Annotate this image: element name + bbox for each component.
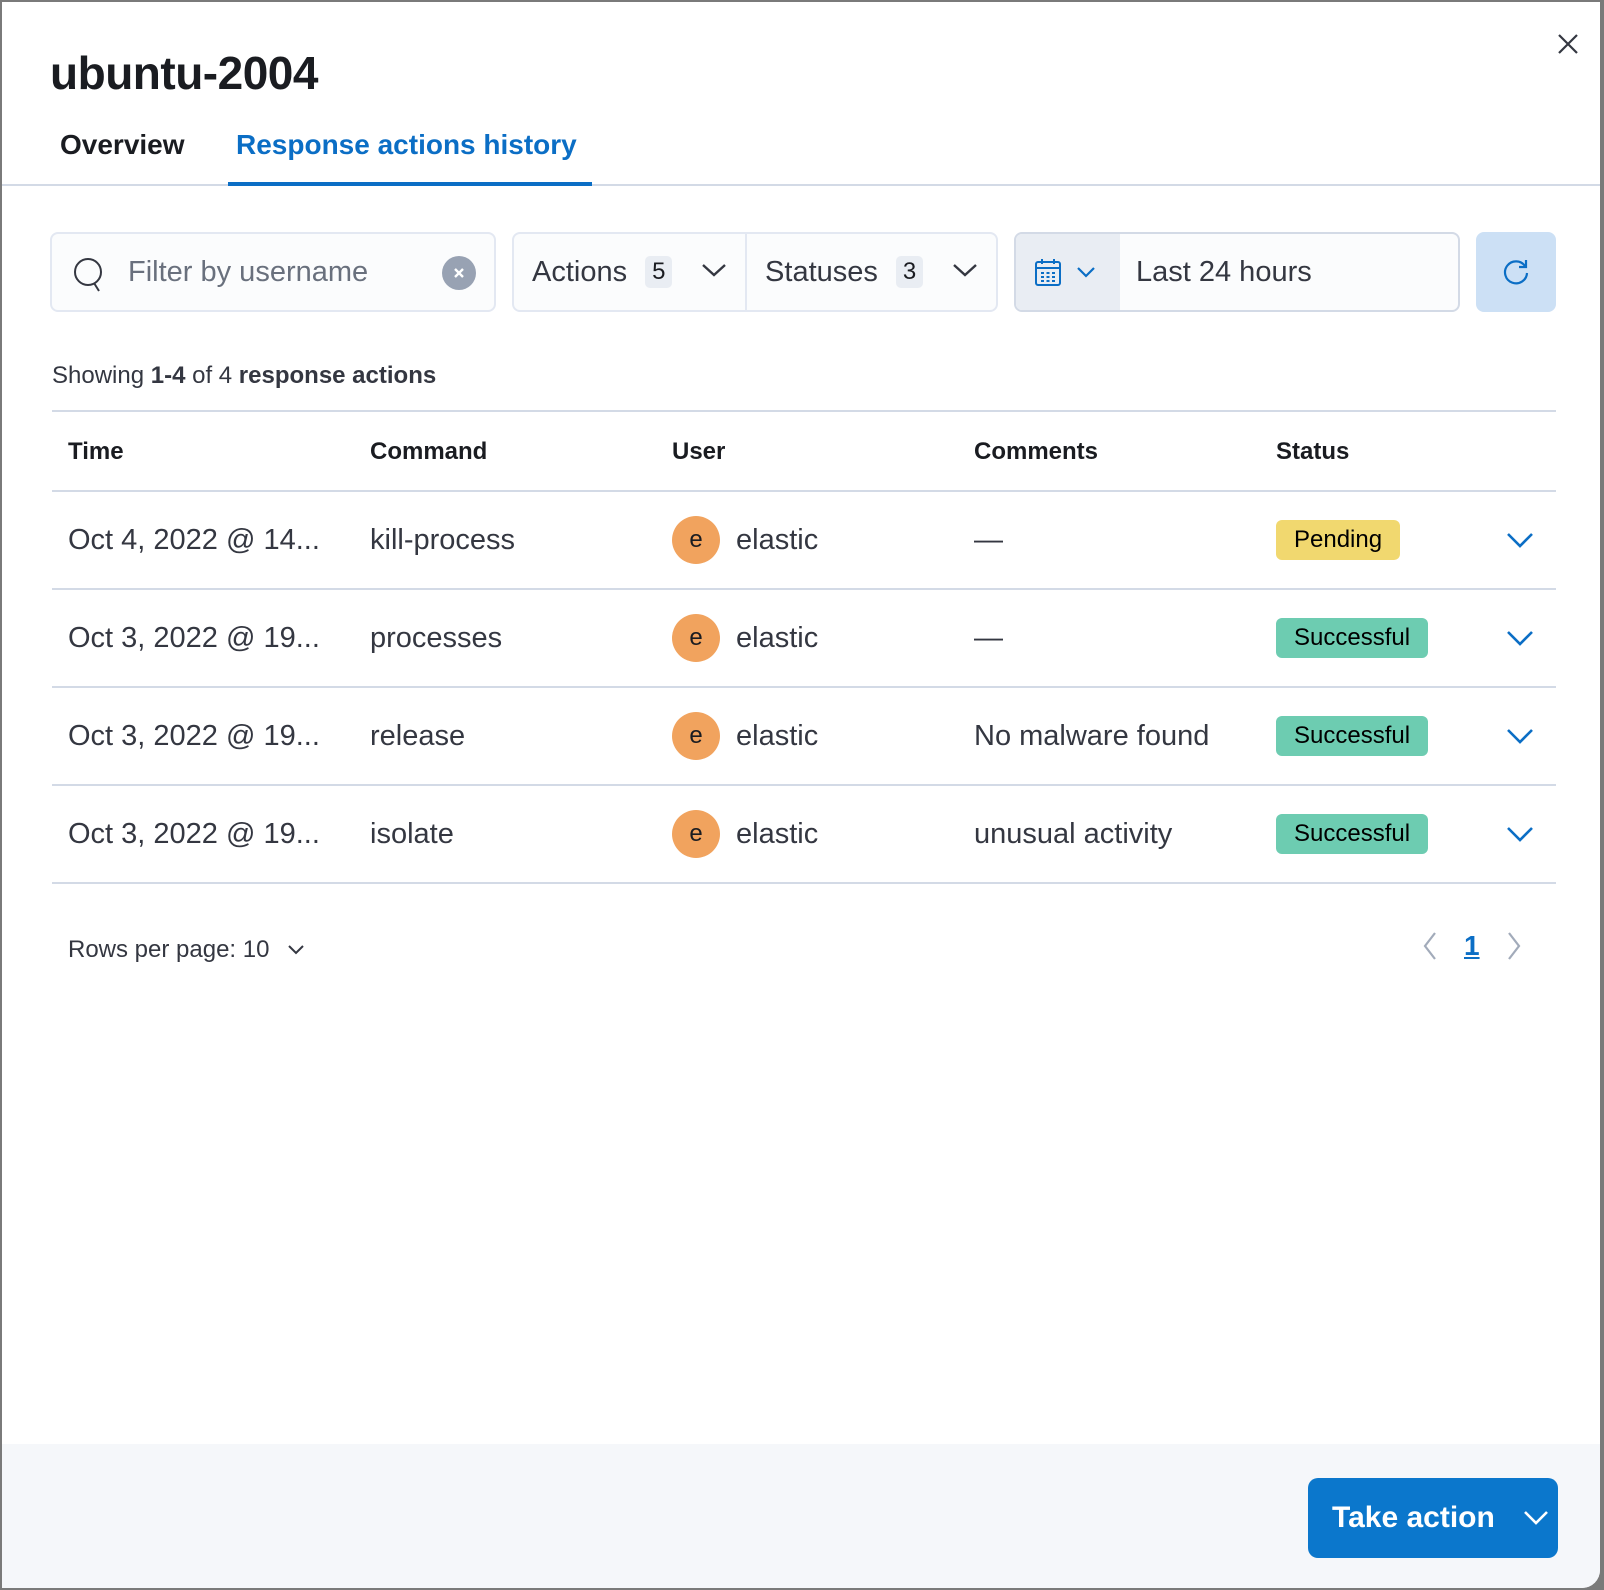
cell-comments: unusual activity [974, 817, 1173, 850]
cell-command: release [370, 719, 466, 752]
date-range-display[interactable]: Last 24 hours [1120, 234, 1458, 310]
tab-overview[interactable]: Overview [52, 120, 193, 186]
cell-comments: — [974, 523, 1003, 556]
summary-suffix: response actions [238, 362, 437, 389]
status-badge: Pending [1276, 520, 1401, 560]
rows-per-page-label: Rows per page: 10 [68, 936, 270, 963]
cell-status: Successful [1276, 786, 1429, 882]
date-picker: Last 24 hours [1014, 232, 1460, 312]
table-row: Oct 3, 2022 @ 19... processes e elastic … [52, 590, 1556, 688]
pagination: 1 [1422, 930, 1522, 962]
expand-row-button[interactable] [1500, 688, 1540, 784]
cell-status: Successful [1276, 688, 1429, 784]
next-page-icon[interactable] [1506, 931, 1522, 961]
cell-command: processes [370, 621, 503, 654]
user-name: elastic [736, 817, 819, 850]
chevron-down-icon [702, 264, 726, 277]
calendar-icon [1035, 259, 1061, 286]
cell-user: e elastic [672, 688, 818, 784]
statuses-filter-button[interactable]: Statuses 3 [747, 234, 996, 310]
expand-row-button[interactable] [1500, 590, 1540, 686]
rows-per-page-button[interactable]: Rows per page: 10 [68, 936, 305, 964]
take-action-button[interactable]: Take action [1308, 1478, 1558, 1558]
close-button[interactable] [1550, 26, 1586, 62]
status-badge: Successful [1276, 618, 1429, 658]
cell-time: Oct 3, 2022 @ 19... [68, 621, 320, 654]
flyout-title: ubuntu-2004 [50, 47, 318, 99]
chevron-down-icon [1507, 827, 1533, 842]
cell-status: Successful [1276, 590, 1429, 686]
column-header-time[interactable]: Time [68, 438, 124, 466]
user-name: elastic [736, 523, 819, 556]
summary-prefix: Showing [52, 362, 145, 389]
search-icon [74, 258, 102, 292]
avatar: e [672, 712, 720, 760]
previous-page-icon[interactable] [1422, 931, 1438, 961]
status-badge: Successful [1276, 716, 1429, 756]
avatar: e [672, 810, 720, 858]
chevron-down-icon [1523, 1511, 1548, 1525]
column-header-status[interactable]: Status [1276, 438, 1349, 466]
statuses-filter-label: Statuses [765, 255, 878, 288]
column-header-command[interactable]: Command [370, 438, 487, 466]
user-name: elastic [736, 719, 819, 752]
filter-group: Actions 5 Statuses 3 [512, 232, 998, 312]
cell-time: Oct 4, 2022 @ 14... [68, 523, 320, 556]
refresh-icon [1503, 260, 1529, 285]
cell-time: Oct 3, 2022 @ 19... [68, 817, 320, 850]
cell-comments: No malware found [974, 719, 1210, 752]
table-header: Time Command User Comments Status [52, 410, 1556, 492]
cell-comments: — [974, 621, 1003, 654]
cell-user: e elastic [672, 786, 818, 882]
table-row: Oct 3, 2022 @ 19... release e elastic No… [52, 688, 1556, 786]
username-search-input[interactable] [128, 250, 428, 294]
results-summary: Showing 1-4 of 4 response actions [52, 362, 436, 390]
actions-filter-button[interactable]: Actions 5 [514, 234, 748, 310]
column-header-comments[interactable]: Comments [974, 438, 1098, 466]
username-filter [50, 232, 496, 312]
cell-user: e elastic [672, 492, 818, 588]
flyout-panel: ubuntu-2004 Overview Response actions hi… [2, 2, 1600, 1588]
expand-row-button[interactable] [1500, 492, 1540, 588]
actions-count-badge: 5 [645, 256, 673, 288]
expand-row-button[interactable] [1500, 786, 1540, 882]
response-actions-table: Time Command User Comments Status Oct 4,… [52, 410, 1556, 884]
summary-range: 1-4 [150, 362, 186, 389]
cell-status: Pending [1276, 492, 1401, 588]
status-badge: Successful [1276, 814, 1429, 854]
cell-command: isolate [370, 817, 454, 850]
chevron-down-icon [953, 264, 977, 277]
chevron-down-icon [1507, 729, 1533, 744]
page-button-1[interactable]: 1 [1464, 930, 1480, 962]
avatar: e [672, 614, 720, 662]
statuses-count-badge: 3 [895, 256, 924, 288]
clear-search-button[interactable] [442, 256, 476, 290]
take-action-label: Take action [1332, 1501, 1495, 1534]
column-header-user[interactable]: User [672, 438, 725, 466]
chevron-down-icon [288, 945, 305, 955]
chevron-down-icon [1077, 267, 1095, 278]
cell-user: e elastic [672, 590, 818, 686]
cell-time: Oct 3, 2022 @ 19... [68, 719, 320, 752]
close-icon [1558, 34, 1578, 54]
chevron-down-icon [1507, 533, 1533, 548]
actions-filter-label: Actions [532, 255, 628, 288]
table-row: Oct 3, 2022 @ 19... isolate e elastic un… [52, 786, 1556, 884]
refresh-button[interactable] [1476, 232, 1556, 312]
flyout-footer: Take action [2, 1444, 1600, 1588]
summary-total: of 4 [192, 362, 233, 389]
tab-response-actions-history[interactable]: Response actions history [228, 120, 592, 186]
chevron-down-icon [1507, 631, 1533, 646]
table-row: Oct 4, 2022 @ 14... kill-process e elast… [52, 492, 1556, 590]
user-name: elastic [736, 621, 819, 654]
quick-date-menu-button[interactable] [1016, 234, 1120, 310]
tab-bar: Overview Response actions history [2, 120, 1600, 186]
avatar: e [672, 516, 720, 564]
clear-icon [454, 268, 464, 278]
cell-command: kill-process [370, 523, 516, 556]
